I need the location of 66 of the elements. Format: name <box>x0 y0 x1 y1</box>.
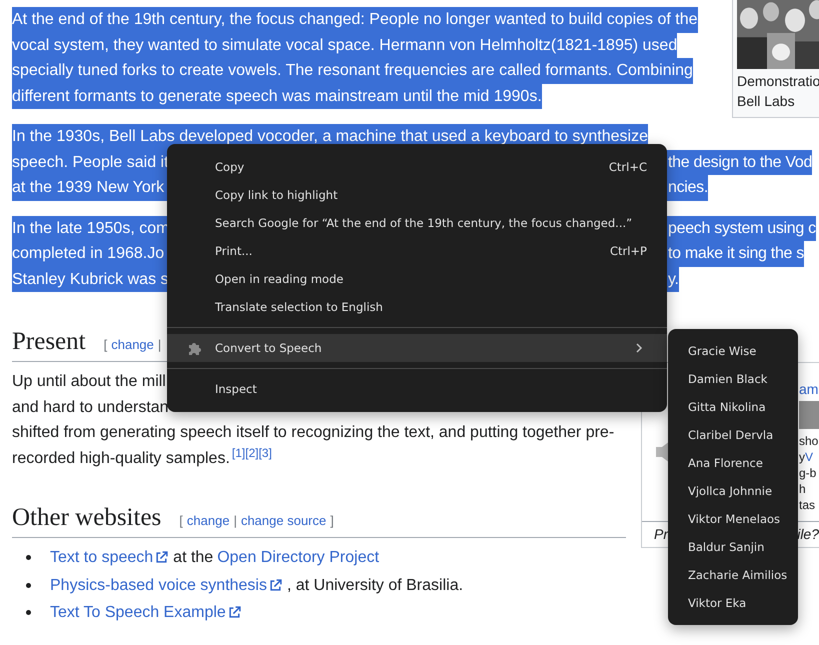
citation-link[interactable]: [1] <box>232 446 246 460</box>
text-line: ncies. <box>668 178 708 198</box>
caption-text: Bell Labs <box>737 92 796 111</box>
text-line: y. <box>668 270 679 290</box>
menu-item[interactable]: Open in reading mode <box>167 265 667 293</box>
menu-item[interactable]: Convert to Speech <box>167 334 667 362</box>
text-line: completed in 1968.Jo <box>12 244 166 264</box>
chevron-icon <box>635 342 643 354</box>
caption-text: Pr <box>654 525 668 543</box>
infobox-text: y <box>799 450 805 464</box>
bullet-icon <box>26 610 31 616</box>
text-line: to make it sing the s <box>668 244 804 264</box>
menu-item[interactable]: Zacharie Aimilios <box>668 561 798 589</box>
link[interactable]: V <box>805 450 814 464</box>
bullet-icon <box>26 582 31 588</box>
menu-item[interactable]: Viktor Menelaos <box>668 505 798 533</box>
menu-item[interactable]: Ana Florence <box>668 449 798 477</box>
text-line: peech system using c <box>668 218 816 238</box>
menu-item[interactable]: Print... Ctrl+P <box>167 237 667 265</box>
menu-item[interactable]: Gitta Nikolina <box>668 393 798 421</box>
list-text: , at University of Brasilia. <box>286 576 464 596</box>
menu-item[interactable]: Copy link to highlight <box>167 181 667 209</box>
link[interactable]: Open Directory Project <box>217 544 380 572</box>
edit-bracket: ] <box>330 513 334 528</box>
menu-item[interactable]: Vjollca Johnnie <box>668 477 798 505</box>
text-line: Up until about the mill <box>12 372 166 392</box>
text-line: and hard to understan <box>12 398 169 418</box>
link[interactable]: Text to speech <box>50 544 154 572</box>
section-heading: Present <box>12 327 86 357</box>
text-line: at the 1939 New York <box>12 178 166 198</box>
link[interactable]: am <box>799 379 819 399</box>
menu-item[interactable]: Baldur Sanjin <box>668 533 798 561</box>
list-text: at the <box>173 548 214 568</box>
menu-item[interactable]: Viktor Eka <box>668 589 798 617</box>
edit-bracket: [ <box>179 513 183 528</box>
menu-item[interactable]: Translate selection to English <box>167 293 667 321</box>
citation-link[interactable]: [2] <box>245 446 259 460</box>
link[interactable]: Text To Speech Example <box>50 599 226 626</box>
bullet-icon <box>26 555 31 560</box>
menu-item[interactable]: Search Google for “At the end of the 19th century, the focus changed...” <box>167 209 667 237</box>
citation-link[interactable]: [3] <box>258 446 272 460</box>
edit-link[interactable]: change source <box>240 513 326 528</box>
infobox-text: h <box>799 482 806 496</box>
edit-link[interactable]: change <box>111 337 154 352</box>
menu-item[interactable]: Gracie Wise <box>668 337 798 365</box>
edit-bracket: | <box>158 337 162 352</box>
menu-item[interactable]: Damien Black <box>668 365 798 393</box>
external-link-icon <box>268 578 282 592</box>
menu-item[interactable]: Claribel Dervla <box>668 421 798 449</box>
infobox-text: sho <box>799 434 818 448</box>
edit-bracket: [ <box>104 337 108 352</box>
text-line: recorded high-quality samples. <box>12 450 230 466</box>
infobox-text: g-b <box>799 466 816 480</box>
edit-link[interactable]: change <box>186 513 230 528</box>
edit-bracket: | <box>234 513 237 528</box>
puzzle-icon <box>187 340 203 356</box>
text-line: shifted from generating speech itself to recognizing the text, and putting together pre- <box>12 423 614 443</box>
text-line: the design to the Vod <box>668 152 812 172</box>
caption-text: ile? <box>797 525 819 543</box>
menu-item[interactable]: Inspect <box>167 375 667 403</box>
menu-item[interactable]: Copy Ctrl+C <box>167 153 667 181</box>
external-link-icon <box>155 551 168 564</box>
external-link-icon <box>228 606 241 620</box>
link[interactable]: Physics-based voice synthesis <box>50 572 267 599</box>
infobox-text: tas <box>799 498 816 512</box>
section-heading: Other websites <box>12 503 162 533</box>
